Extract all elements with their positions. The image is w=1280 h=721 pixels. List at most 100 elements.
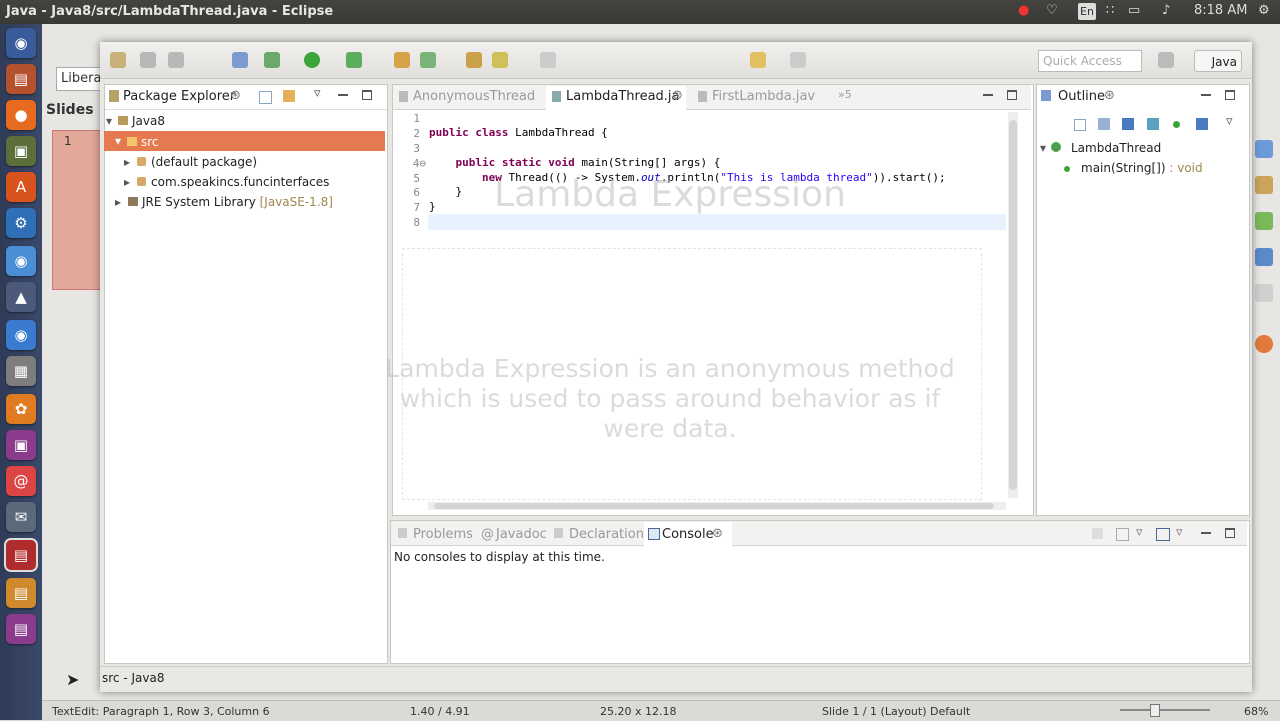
firefox-icon[interactable]: ● <box>6 100 36 130</box>
expand-src-icon[interactable]: ▾ <box>115 134 121 148</box>
software-center-icon[interactable]: A <box>6 172 36 202</box>
screen-recorder-icon[interactable]: ▣ <box>6 430 36 460</box>
tree-item-jre[interactable]: JRE System Library [JavaSE-1.8] <box>142 195 333 209</box>
slide-thumbnail[interactable] <box>52 130 106 290</box>
tab-lambda-thread[interactable]: LambdaThread.ja <box>566 89 680 104</box>
new-icon[interactable] <box>110 52 126 68</box>
chevron-down-icon[interactable]: ▿ <box>1176 525 1183 540</box>
expand-java8-icon[interactable]: ▾ <box>106 114 112 128</box>
vertical-scroll-thumb[interactable] <box>1009 120 1017 490</box>
properties-icon[interactable] <box>1255 140 1273 158</box>
zoom-slider-knob[interactable] <box>1150 704 1160 717</box>
new-class-icon[interactable] <box>420 52 436 68</box>
maximize-icon[interactable] <box>1225 528 1235 538</box>
tree-item-default-package[interactable]: (default package) <box>151 155 257 169</box>
close-icon[interactable]: ⊛ <box>712 526 723 541</box>
tab-outline[interactable]: Outline <box>1058 89 1105 104</box>
debian-icon[interactable]: @ <box>6 466 36 496</box>
forward-icon[interactable] <box>790 52 806 68</box>
files-icon[interactable]: ▤ <box>6 64 36 94</box>
close-icon[interactable]: ⊛ <box>1104 88 1115 103</box>
view-menu-icon[interactable]: ▿ <box>314 86 321 101</box>
minimize-icon[interactable] <box>983 94 993 96</box>
outline-method[interactable]: main(String[]) : void <box>1081 161 1203 175</box>
run-icon[interactable] <box>304 52 320 68</box>
slide-transition-icon[interactable] <box>1255 176 1273 194</box>
code-line[interactable]: public class LambdaThread { <box>429 126 608 139</box>
record-icon[interactable]: ● <box>1018 3 1029 18</box>
animation-icon[interactable] <box>1255 212 1273 230</box>
skip-breakpoints-icon[interactable] <box>232 52 248 68</box>
minimize-icon[interactable] <box>1201 94 1211 96</box>
expand-package-icon[interactable]: ▸ <box>124 175 130 189</box>
tree-item-src[interactable]: src <box>141 135 159 149</box>
maximize-icon[interactable] <box>362 90 372 100</box>
collapse-all-icon[interactable] <box>1074 119 1086 131</box>
link-editor-icon[interactable] <box>283 90 295 102</box>
expand-jre-icon[interactable]: ▸ <box>115 195 121 209</box>
close-icon[interactable]: ⊛ <box>672 88 683 103</box>
open-perspective-icon[interactable] <box>1158 52 1174 68</box>
tab-first-lambda[interactable]: FirstLambda.jav <box>712 89 815 104</box>
dash-icon[interactable]: ◉ <box>6 28 36 58</box>
tab-package-explorer[interactable]: Package Explorer <box>123 89 235 104</box>
tab-console[interactable]: Console <box>662 527 714 542</box>
view-menu-icon[interactable]: ▿ <box>1226 114 1233 129</box>
search-icon[interactable] <box>492 52 508 68</box>
chevron-down-icon[interactable]: ▿ <box>1136 525 1143 540</box>
close-icon[interactable]: ⊛ <box>230 88 241 103</box>
eclipse-icon[interactable]: ▤ <box>6 614 36 644</box>
master-slides-icon[interactable] <box>1255 248 1273 266</box>
tab-declaration[interactable]: Declaration <box>569 527 644 542</box>
horizontal-scroll-thumb[interactable] <box>434 503 994 509</box>
styles-icon[interactable] <box>1255 284 1273 302</box>
blender-icon[interactable]: ✿ <box>6 394 36 424</box>
tree-item-java8[interactable]: Java8 <box>132 114 165 128</box>
external-tools-icon[interactable] <box>346 52 362 68</box>
zoom-status[interactable]: 68% <box>1244 705 1268 718</box>
outline-class[interactable]: LambdaThread <box>1071 141 1161 155</box>
hide-fields-icon[interactable] <box>1122 118 1134 130</box>
tab-javadoc[interactable]: Javadoc <box>496 527 547 542</box>
hide-nonpublic-icon[interactable] <box>1173 121 1180 128</box>
expand-default-package-icon[interactable]: ▸ <box>124 155 130 169</box>
terminal-icon[interactable]: ▣ <box>6 136 36 166</box>
calculator-icon[interactable]: ▦ <box>6 356 36 386</box>
pin-console-icon[interactable] <box>1092 528 1103 539</box>
open-console-icon[interactable] <box>1156 528 1170 541</box>
quick-access-input[interactable]: Quick Access <box>1038 50 1142 72</box>
tree-item-funcinterfaces[interactable]: com.speakincs.funcinterfaces <box>151 175 329 189</box>
more-tabs-button[interactable]: »5 <box>838 88 852 101</box>
hide-local-types-icon[interactable] <box>1196 118 1208 130</box>
keyboard-layout-indicator[interactable]: En <box>1078 3 1096 20</box>
tab-anonymous-thread[interactable]: AnonymousThread <box>413 89 535 104</box>
collapse-all-icon[interactable] <box>259 91 272 104</box>
code-line[interactable]: public static void main(String[] args) { <box>429 156 720 169</box>
bluetooth-icon[interactable]: ∷ <box>1106 3 1114 18</box>
battery-icon[interactable]: ▭ <box>1128 3 1140 18</box>
open-type-icon[interactable] <box>466 52 482 68</box>
back-icon[interactable] <box>750 52 766 68</box>
display-console-icon[interactable] <box>1116 528 1129 541</box>
mail-icon[interactable]: ✉ <box>6 502 36 532</box>
wifi-icon[interactable]: ♡ <box>1046 3 1058 18</box>
clock[interactable]: 8:18 AM <box>1194 3 1247 18</box>
archive-icon[interactable]: ▤ <box>6 578 36 608</box>
new-java-project-icon[interactable] <box>394 52 410 68</box>
annotation-icon[interactable] <box>540 52 556 68</box>
minimize-icon[interactable] <box>338 94 348 96</box>
browser-icon[interactable]: ◉ <box>6 246 36 276</box>
gear-icon[interactable]: ⚙ <box>1258 3 1270 18</box>
save-icon[interactable] <box>140 52 156 68</box>
maximize-icon[interactable] <box>1225 90 1235 100</box>
chromium-icon[interactable]: ◉ <box>6 320 36 350</box>
print-icon[interactable] <box>168 52 184 68</box>
maximize-icon[interactable] <box>1007 90 1017 100</box>
zoom-slider-track[interactable] <box>1120 709 1210 711</box>
navigator-icon[interactable] <box>1255 335 1273 353</box>
sort-icon[interactable] <box>1098 118 1110 130</box>
expand-class-icon[interactable]: ▾ <box>1040 141 1046 155</box>
network-icon[interactable]: ▲ <box>6 282 36 312</box>
tab-problems[interactable]: Problems <box>413 527 473 542</box>
debug-icon[interactable] <box>264 52 280 68</box>
